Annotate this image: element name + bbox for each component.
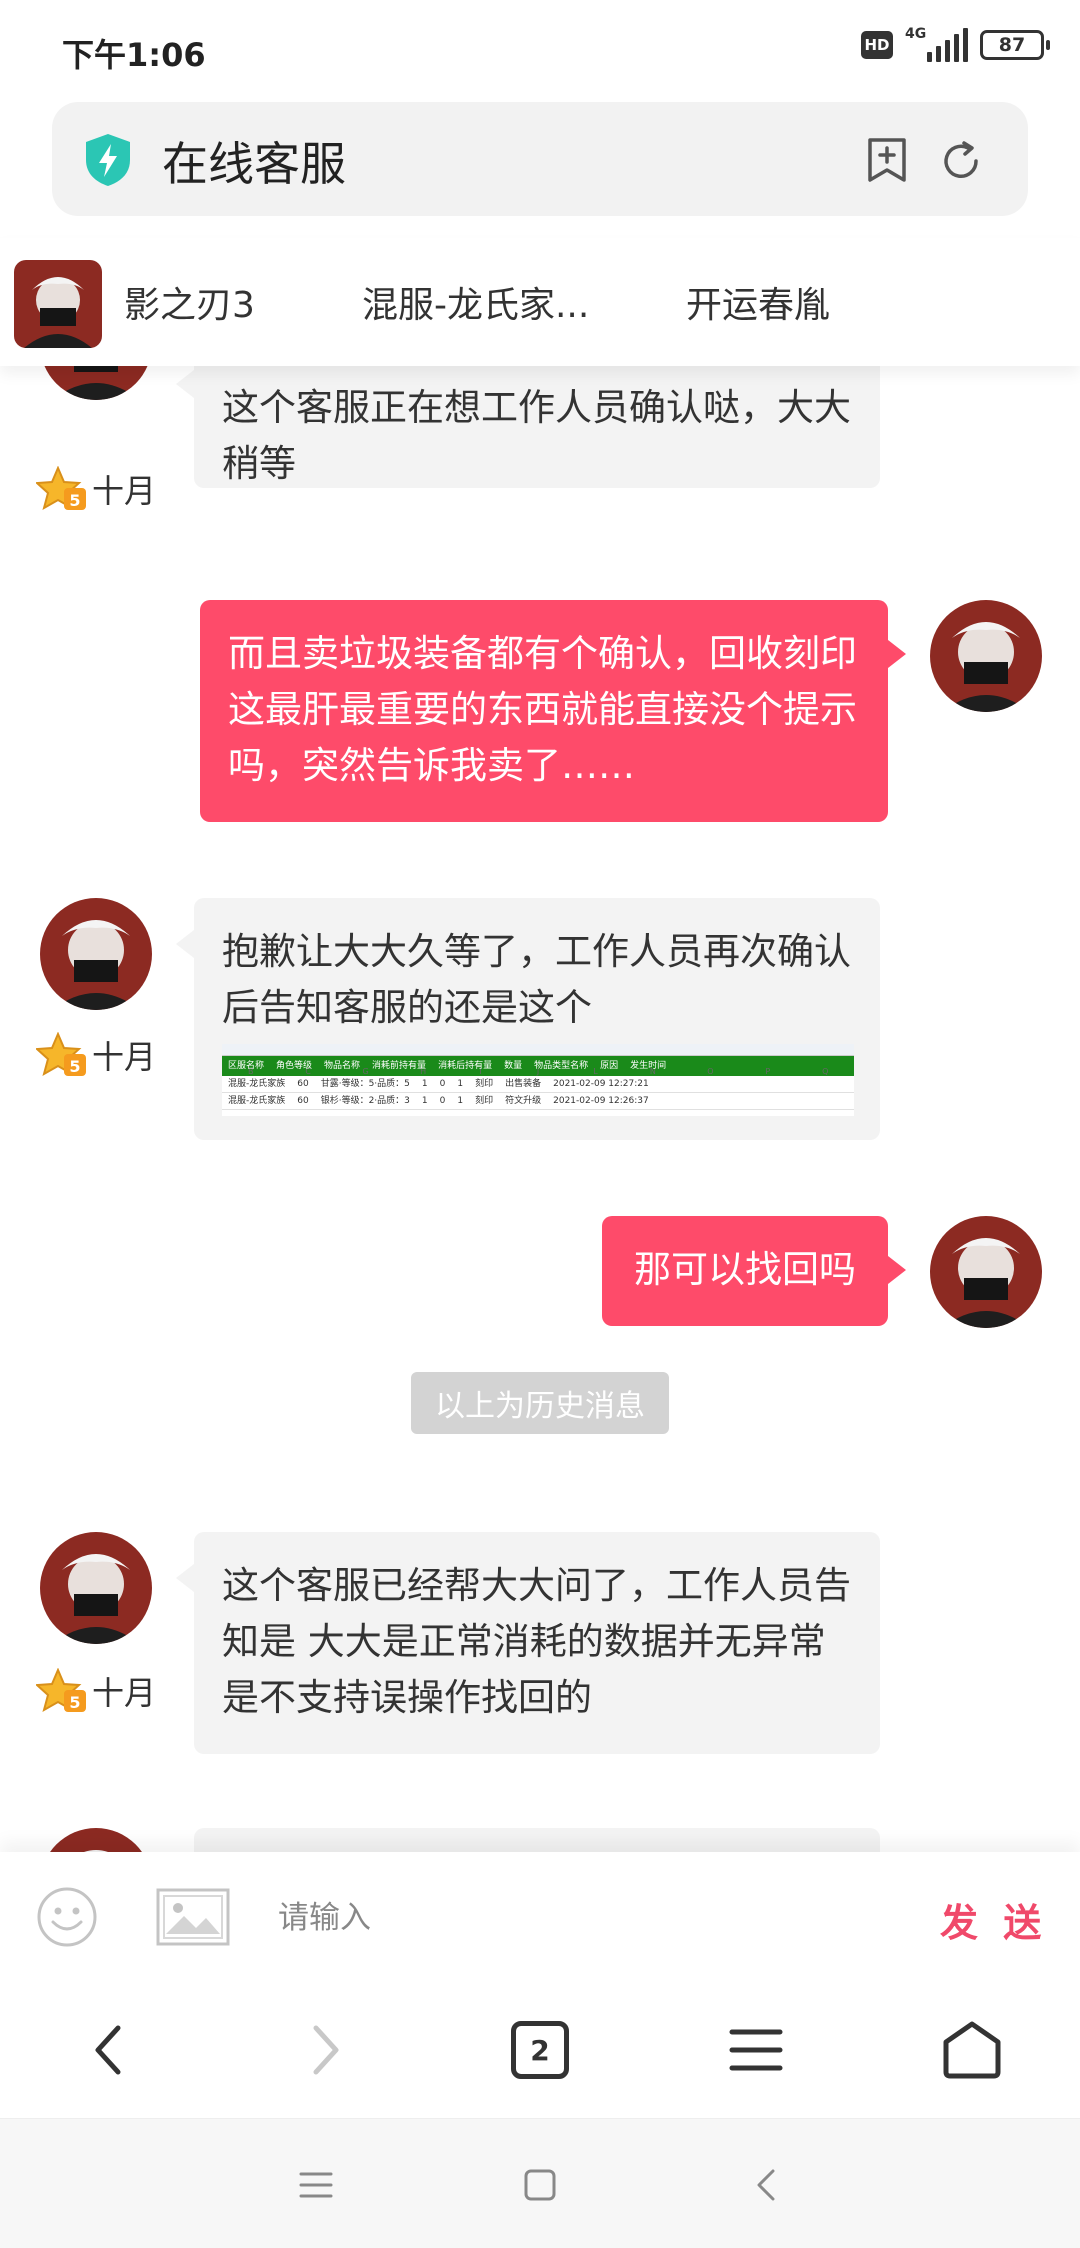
agent-message-bubble: 抱歉让大大久等了，工作人员再次确认后告知客服的还是这个 B C G H I J … [176, 898, 880, 1140]
user-message-bubble: 而且卖垃圾装备都有个确认，回收刻印这最肝最重要的东西就能直接没个提示吗，突然告诉… [200, 600, 906, 822]
message-text: 抱歉让大大久等了，工作人员再次确认后告知客服的还是这个 [222, 930, 851, 1029]
message-text: 那可以找回吗 [634, 1248, 856, 1291]
agent-message-bubble [194, 1828, 880, 1852]
status-bar: 下午1:06 HD 4G 87 [0, 0, 1080, 100]
message-text: 而且卖垃圾装备都有个确认，回收刻印这最肝最重要的东西就能直接没个提示吗，突然告诉… [228, 632, 857, 787]
status-icons: HD 4G 87 [861, 26, 1050, 62]
chat-thread[interactable]: 5 十月 这个客服正在想工作人员确认哒，大大稍等 而且卖垃圾装备都有个确认，回收… [0, 366, 1080, 1852]
battery-icon: 87 [980, 30, 1050, 60]
battery-level: 87 [998, 34, 1026, 56]
spreadsheet-attachment[interactable]: B C G H I J L N O P Q 区服名称 角色等级 物品名称 消耗前… [222, 1044, 854, 1116]
agent-name: 十月 [92, 472, 157, 510]
home-square-icon[interactable] [510, 2155, 570, 2215]
image-icon[interactable] [156, 1888, 230, 1946]
send-button[interactable]: 发 送 [940, 1892, 1047, 1947]
page-title: 在线客服 [162, 137, 346, 191]
user-avatar [930, 600, 1042, 712]
message-text: 这个客服已经帮大大问了，工作人员告知是 大大是正常消耗的数据并无异常 是不支持误… [222, 1564, 851, 1719]
signal-icon: 4G [905, 26, 968, 62]
home-icon[interactable] [932, 2010, 1012, 2090]
agent-avatar [40, 1828, 152, 1852]
message-text: 这个客服正在想工作人员确认哒，大大稍等 [222, 386, 851, 485]
hd-icon: HD [861, 31, 893, 59]
agent-name-tag: 5 十月 [36, 466, 156, 512]
svg-text:5: 5 [69, 491, 80, 510]
agent-name: 十月 [92, 1674, 157, 1712]
tabs-icon[interactable]: 2 [500, 2010, 580, 2090]
tab-game-2[interactable]: 混服-龙氏家... [362, 276, 589, 328]
forward-arrow-icon[interactable] [286, 2010, 366, 2090]
agent-star-badge-icon: 5 [36, 1668, 86, 1713]
user-avatar [930, 1216, 1042, 1328]
agent-message-bubble: 这个客服正在想工作人员确认哒，大大稍等 [176, 366, 880, 488]
svg-text:5: 5 [69, 1693, 80, 1712]
game-avatar[interactable] [14, 260, 102, 348]
message-input-bar: 发 送 [0, 1852, 1080, 1984]
history-divider: 以上为历史消息 [411, 1372, 669, 1434]
agent-message-bubble: 这个客服已经帮大大问了，工作人员告知是 大大是正常消耗的数据并无异常 是不支持误… [176, 1532, 880, 1754]
tab-count: 2 [511, 2021, 569, 2079]
refresh-icon[interactable] [938, 138, 984, 184]
back-arrow-icon[interactable] [68, 2010, 148, 2090]
back-triangle-icon[interactable] [736, 2155, 796, 2215]
game-tabs: 影之刃3 混服-龙氏家... 开运春胤 [0, 238, 1080, 366]
recents-icon[interactable] [286, 2155, 346, 2215]
tab-game-1[interactable]: 影之刃3 [124, 276, 255, 328]
shield-bolt-icon [86, 134, 130, 186]
status-time: 下午1:06 [62, 36, 206, 74]
agent-avatar [40, 366, 152, 400]
sheet-row: 混服-龙氏家族 60 银杉·等级：2·品质：3 1 0 1 刻印 符文升级 20… [222, 1093, 854, 1110]
agent-star-badge-icon: 5 [36, 466, 86, 511]
menu-icon[interactable] [716, 2010, 796, 2090]
agent-avatar [40, 1532, 152, 1644]
network-label: 4G [905, 26, 927, 42]
user-message-bubble: 那可以找回吗 [602, 1216, 906, 1326]
agent-name-tag: 5 十月 [36, 1668, 156, 1714]
emoji-icon[interactable] [36, 1886, 98, 1948]
agent-avatar [40, 898, 152, 1010]
browser-nav-bar: 2 [0, 1984, 1080, 2116]
tab-game-3[interactable]: 开运春胤 [686, 276, 830, 328]
system-nav-bar [0, 2118, 1080, 2248]
svg-text:5: 5 [69, 1057, 80, 1076]
bookmark-add-icon[interactable] [864, 136, 910, 184]
url-bar[interactable]: 在线客服 [52, 102, 1028, 216]
agent-name-tag: 5 十月 [36, 1032, 156, 1078]
message-input[interactable] [278, 1888, 878, 1948]
agent-star-badge-icon: 5 [36, 1032, 86, 1077]
agent-name: 十月 [92, 1038, 157, 1076]
